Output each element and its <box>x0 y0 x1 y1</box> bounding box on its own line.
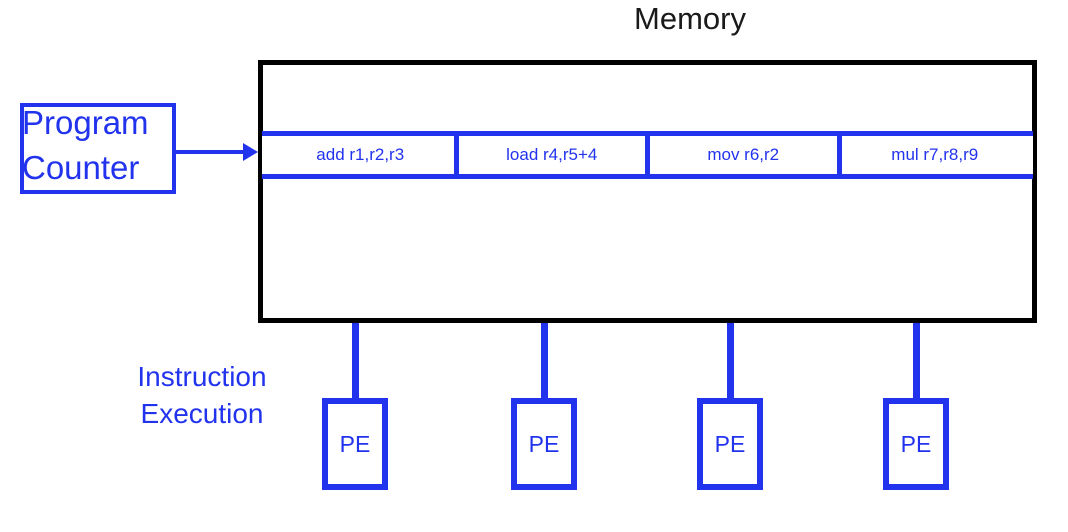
processing-element[interactable]: PE <box>697 398 763 490</box>
pe-connector <box>352 323 359 401</box>
processing-element-label: PE <box>528 430 560 457</box>
program-counter-label-line2: Counter <box>22 149 140 186</box>
pe-connector <box>727 323 734 401</box>
program-counter-arrow-line <box>176 150 251 154</box>
instruction-execution-line2: Execution <box>140 398 264 429</box>
program-counter-label: Program Counter <box>22 100 197 190</box>
processing-element[interactable]: PE <box>883 398 949 490</box>
memory-title: Memory <box>634 1 746 36</box>
processing-element-label: PE <box>900 430 932 457</box>
instruction-execution-label: Instruction Execution <box>92 358 312 432</box>
instruction-strip: add r1,r2,r3 load r4,r5+4 mov r6,r2 mul … <box>262 131 1033 179</box>
processing-element-label: PE <box>339 430 371 457</box>
instruction-cell[interactable]: add r1,r2,r3 <box>262 136 459 174</box>
instruction-cell[interactable]: mul r7,r8,r9 <box>836 136 1034 174</box>
pe-connector <box>541 323 548 401</box>
instruction-cell[interactable]: load r4,r5+4 <box>453 136 650 174</box>
right-arrow-icon <box>243 143 258 161</box>
processing-element[interactable]: PE <box>511 398 577 490</box>
processing-element-label: PE <box>714 430 746 457</box>
instruction-cell[interactable]: mov r6,r2 <box>645 136 842 174</box>
instruction-execution-line1: Instruction <box>137 361 267 392</box>
simd-memory-diagram: Memory add r1,r2,r3 load r4,r5+4 mov r6,… <box>0 0 1068 532</box>
program-counter-label-line1: Program <box>22 104 149 141</box>
pe-connector <box>913 323 920 401</box>
processing-element[interactable]: PE <box>322 398 388 490</box>
memory-box <box>258 60 1037 323</box>
